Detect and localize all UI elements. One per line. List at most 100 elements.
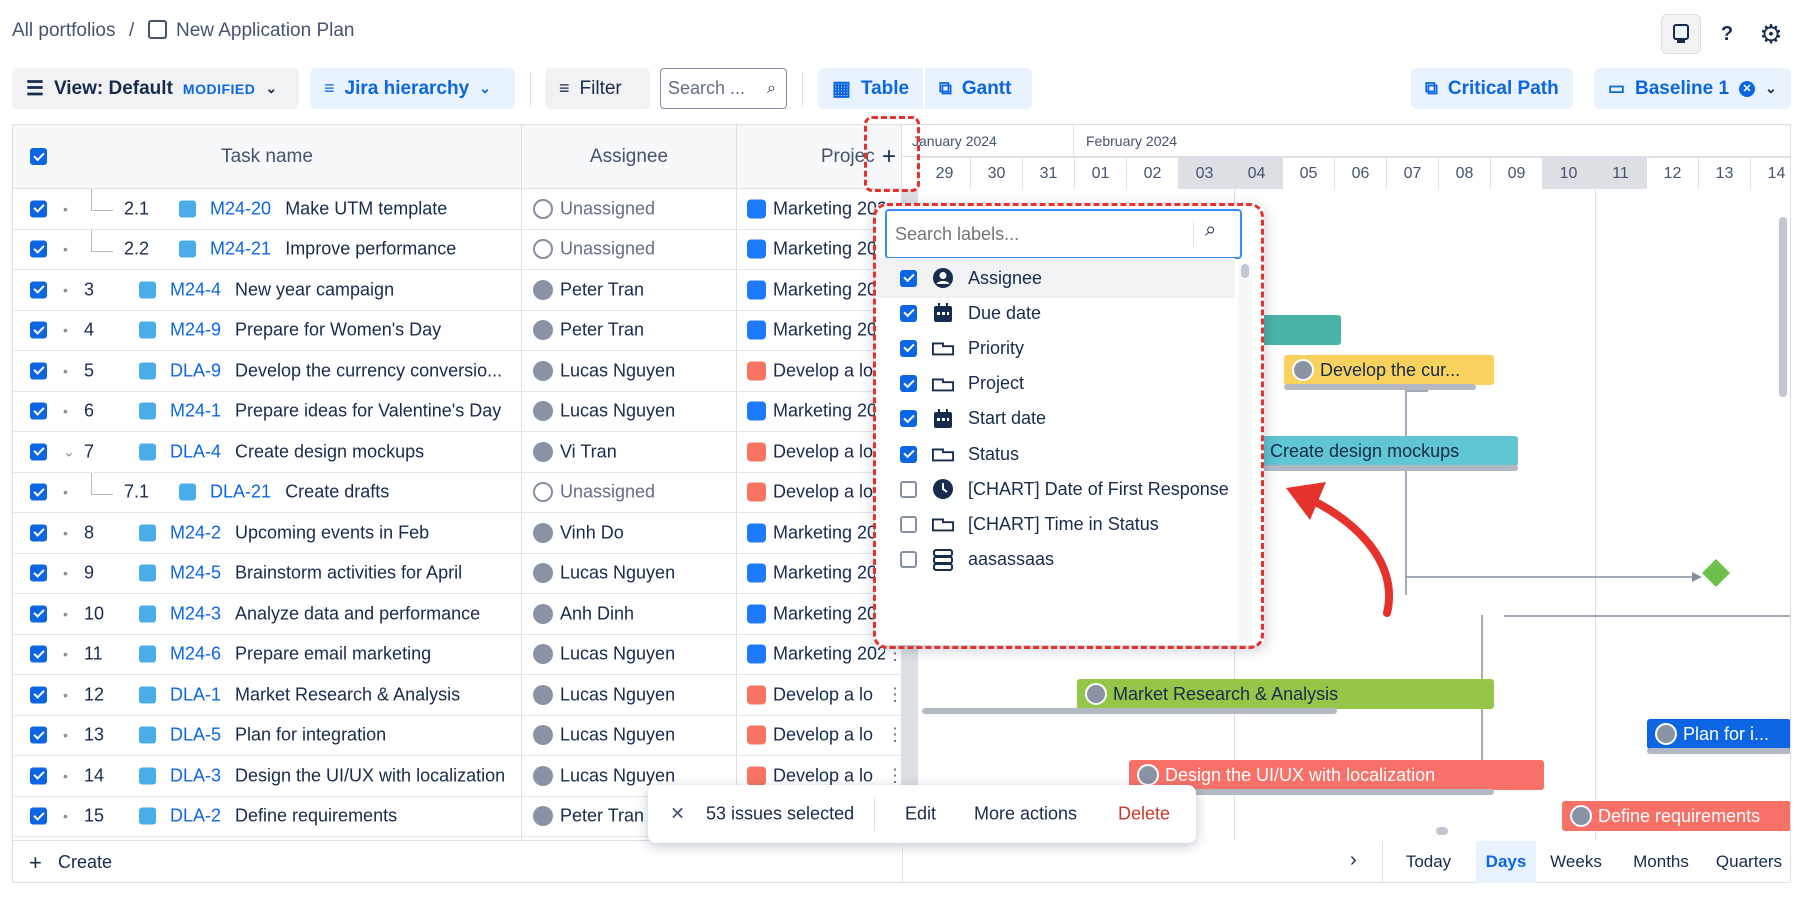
issue-summary[interactable]: Plan for integration xyxy=(235,725,386,746)
row-checkbox[interactable] xyxy=(30,402,47,420)
assignee-name[interactable]: Lucas Nguyen xyxy=(560,765,675,786)
issue-key[interactable]: M24-3 xyxy=(170,603,221,624)
table-row[interactable]: • 2.1 M24-20 Make UTM template Unassigned Mar… xyxy=(13,189,901,230)
chevron-right-icon[interactable]: › xyxy=(1350,849,1357,872)
issue-key[interactable]: M24-5 xyxy=(170,563,221,584)
gantt-view-button[interactable]: ⧉ Gantt xyxy=(924,68,1032,109)
horizontal-scrollbar[interactable] xyxy=(1436,827,1448,835)
table-row[interactable]: • 10 M24-3 Analyze data and performance Anh … xyxy=(13,594,901,635)
gantt-bar-design-mockups[interactable]: Create design mockups xyxy=(1242,436,1518,466)
assignee-name[interactable]: Lucas Nguyen xyxy=(560,725,675,746)
assignee-name[interactable]: Unassigned xyxy=(560,239,655,260)
assignee-name[interactable]: Lucas Nguyen xyxy=(560,563,675,584)
issue-summary[interactable]: Prepare ideas for Valentine's Day xyxy=(235,401,501,422)
assignee-name[interactable]: Lucas Nguyen xyxy=(560,401,675,422)
table-row[interactable]: • 2.2 M24-21 Improve performance Unassigned M… xyxy=(13,229,901,270)
issue-summary[interactable]: Brainstorm activities for April xyxy=(235,563,462,584)
table-row[interactable]: • 6 M24-1 Prepare ideas for Valentine's Day… xyxy=(13,392,901,432)
assignee-name[interactable]: Vinh Do xyxy=(560,522,624,543)
clear-baseline-icon[interactable]: ✕ xyxy=(1739,80,1756,97)
issue-summary[interactable]: New year campaign xyxy=(235,279,394,300)
table-row[interactable]: • 9 M24-5 Brainstorm activities for April Lu… xyxy=(13,554,901,594)
breadcrumb-plan[interactable]: New Application Plan xyxy=(176,20,355,42)
row-more-icon[interactable]: ⋮ xyxy=(886,765,901,786)
weeks-zoom-button[interactable]: Weeks xyxy=(1541,841,1611,883)
issue-summary[interactable]: Prepare email marketing xyxy=(235,644,431,665)
assignee-name[interactable]: Unassigned xyxy=(560,482,655,503)
assignee-name[interactable]: Peter Tran xyxy=(560,320,644,341)
issue-summary[interactable]: Improve performance xyxy=(285,239,456,260)
assignee-name[interactable]: Lucas Nguyen xyxy=(560,684,675,705)
settings-gear-icon[interactable]: ⚙ xyxy=(1751,14,1791,54)
issue-key[interactable]: DLA-21 xyxy=(210,482,271,503)
row-checkbox[interactable] xyxy=(30,564,47,582)
assignee-name[interactable]: Lucas Nguyen xyxy=(560,360,675,381)
task-name-header[interactable]: Task name xyxy=(13,125,521,189)
row-checkbox[interactable] xyxy=(30,281,47,299)
more-actions-button[interactable]: More actions xyxy=(974,804,1077,825)
row-checkbox[interactable] xyxy=(30,807,47,825)
help-icon[interactable]: ? xyxy=(1707,14,1747,54)
issue-summary[interactable]: Design the UI/UX with localization xyxy=(235,765,505,786)
table-row[interactable]: • 8 M24-2 Upcoming events in Feb Vinh Do Mark… xyxy=(13,513,901,554)
row-checkbox[interactable] xyxy=(30,605,47,623)
gantt-bar-currency[interactable]: Develop the cur... xyxy=(1284,355,1494,385)
issue-summary[interactable]: Create design mockups xyxy=(235,441,424,462)
assignee-name[interactable]: Lucas Nguyen xyxy=(560,644,675,665)
issue-key[interactable]: DLA-3 xyxy=(170,765,221,786)
select-all-checkbox[interactable] xyxy=(30,148,47,165)
issue-summary[interactable]: Market Research & Analysis xyxy=(235,684,460,705)
table-view-button[interactable]: ▦ Table xyxy=(818,68,923,109)
table-row[interactable]: • 4 M24-9 Prepare for Women's Day Peter Tran… xyxy=(13,311,901,351)
issue-key[interactable]: DLA-5 xyxy=(170,725,221,746)
assignee-name[interactable]: Anh Dinh xyxy=(560,603,634,624)
issue-summary[interactable]: Define requirements xyxy=(235,806,397,827)
baseline-selector[interactable]: ▭ Baseline 1 ✕ ⌄ xyxy=(1594,68,1791,109)
table-row[interactable]: • 7.1 DLA-21 Create drafts Unassigned Develop… xyxy=(13,472,901,513)
days-zoom-button[interactable]: Days xyxy=(1476,841,1536,883)
issue-summary[interactable]: Develop the currency conversio... xyxy=(235,360,502,381)
search-input[interactable]: Search ... ⌕ xyxy=(660,68,787,109)
issue-summary[interactable]: Make UTM template xyxy=(285,198,447,219)
gantt-bar-plan-integration[interactable]: Plan for i... xyxy=(1647,719,1790,749)
table-row[interactable]: • 12 DLA-1 Market Research & Analysis Lucas … xyxy=(13,675,901,716)
table-row[interactable]: ⌄ 7 DLA-4 Create design mockups Vi Tran Devel… xyxy=(13,432,901,473)
gantt-bar-define-requirements[interactable]: Define requirements xyxy=(1562,801,1790,831)
vertical-scrollbar[interactable] xyxy=(1779,217,1787,397)
row-checkbox[interactable] xyxy=(30,524,47,542)
issue-key[interactable]: M24-21 xyxy=(210,239,271,260)
milestone-diamond-icon[interactable] xyxy=(1700,557,1732,589)
table-row[interactable]: • 11 M24-6 Prepare email marketing Lucas Ngu… xyxy=(13,635,901,675)
issue-key[interactable]: M24-6 xyxy=(170,644,221,665)
issue-key[interactable]: DLA-2 xyxy=(170,806,221,827)
row-checkbox[interactable] xyxy=(30,726,47,744)
assignee-name[interactable]: Peter Tran xyxy=(560,806,644,827)
close-selection-icon[interactable]: ✕ xyxy=(670,804,685,825)
issue-summary[interactable]: Create drafts xyxy=(285,482,389,503)
filter-button[interactable]: ≡ Filter xyxy=(545,68,650,109)
share-icon[interactable] xyxy=(1661,14,1701,54)
row-checkbox[interactable] xyxy=(30,686,47,704)
row-checkbox[interactable] xyxy=(30,200,47,218)
issue-summary[interactable]: Prepare for Women's Day xyxy=(235,320,441,341)
critical-path-button[interactable]: ⧉ Critical Path xyxy=(1411,68,1573,109)
row-checkbox[interactable] xyxy=(30,443,47,461)
create-row[interactable]: + Create xyxy=(13,841,903,883)
issue-key[interactable]: M24-2 xyxy=(170,522,221,543)
row-checkbox[interactable] xyxy=(30,767,47,785)
months-zoom-button[interactable]: Months xyxy=(1620,841,1702,883)
create-button[interactable]: Create xyxy=(58,852,112,873)
row-checkbox[interactable] xyxy=(30,362,47,380)
view-selector[interactable]: ☰ View: Default MODIFIED ⌄ xyxy=(12,68,299,109)
issue-key[interactable]: M24-9 xyxy=(170,320,221,341)
assignee-name[interactable]: Unassigned xyxy=(560,198,655,219)
edit-button[interactable]: Edit xyxy=(905,804,936,825)
delete-button[interactable]: Delete xyxy=(1118,804,1170,825)
assignee-name[interactable]: Vi Tran xyxy=(560,441,617,462)
row-checkbox[interactable] xyxy=(30,483,47,501)
issue-summary[interactable]: Upcoming events in Feb xyxy=(235,522,429,543)
issue-key[interactable]: DLA-4 xyxy=(170,441,221,462)
issue-key[interactable]: DLA-1 xyxy=(170,684,221,705)
issue-key[interactable]: DLA-9 xyxy=(170,360,221,381)
assignee-name[interactable]: Peter Tran xyxy=(560,279,644,300)
